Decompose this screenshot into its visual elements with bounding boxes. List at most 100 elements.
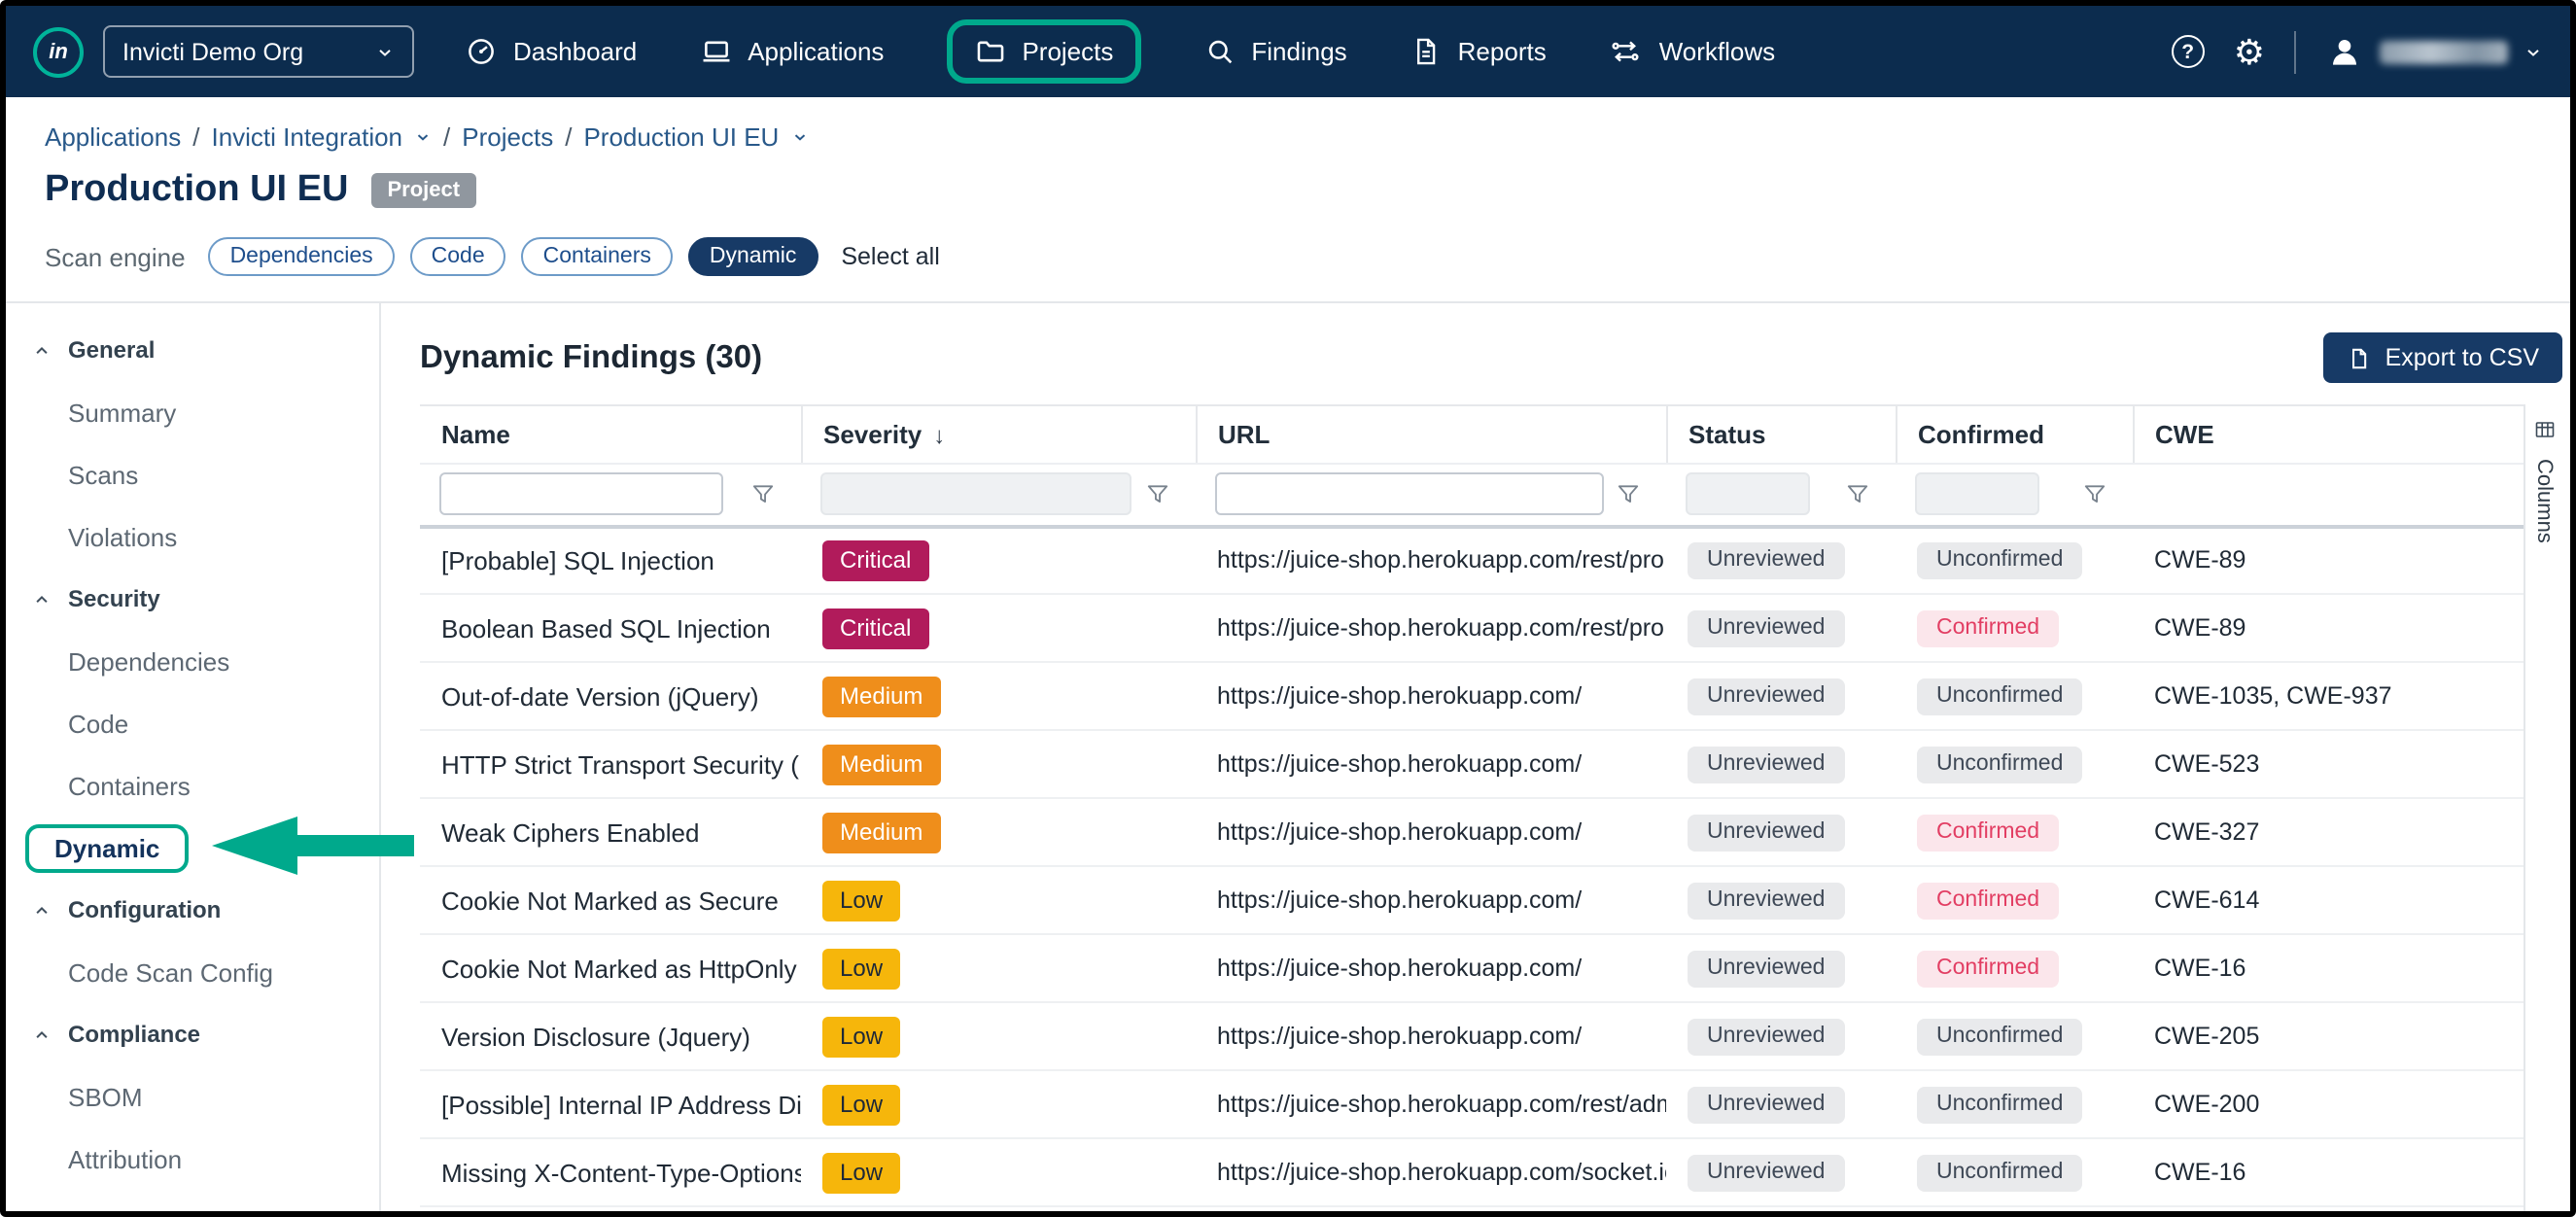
column-header-url[interactable]: URL	[1196, 405, 1666, 464]
nav-item-projects[interactable]: Projects	[946, 19, 1140, 84]
severity-badge: Medium	[822, 812, 940, 852]
column-header-name[interactable]: Name	[420, 405, 801, 464]
item-label: Dynamic	[54, 833, 159, 862]
engine-chip-containers[interactable]: Containers	[522, 237, 673, 276]
breadcrumb-projects[interactable]: Projects	[462, 122, 553, 152]
sidebar-item-containers[interactable]: Containers	[6, 754, 379, 817]
engine-chip-code[interactable]: Code	[410, 237, 506, 276]
export-to-csv-button[interactable]: Export to CSV	[2323, 332, 2562, 383]
table-row[interactable]: Out-of-date Version (jQuery) Medium http…	[420, 662, 2524, 730]
sidebar-item-attribution[interactable]: Attribution	[6, 1128, 379, 1190]
breadcrumb-project-name[interactable]: Production UI EU	[583, 122, 779, 152]
columns-rail[interactable]: Columns	[2524, 404, 2562, 1211]
name-filter-input[interactable]	[439, 473, 723, 516]
finding-url: https://juice-shop.herokuapp.com/	[1217, 887, 1582, 914]
item-label: Summary	[68, 398, 176, 427]
breadcrumb-separator: /	[565, 122, 572, 152]
nav-item-findings[interactable]: Findings	[1202, 35, 1346, 68]
status-badge: Unreviewed	[1688, 678, 1844, 714]
severity-filter-input[interactable]	[820, 473, 1131, 516]
engine-chip-dynamic[interactable]: Dynamic	[688, 237, 818, 276]
table-row[interactable]: Missing X-Content-Type-Options Header Lo…	[420, 1138, 2524, 1206]
table-row[interactable]: [Probable] SQL Injection Critical https:…	[420, 526, 2524, 594]
finding-url: https://juice-shop.herokuapp.com/	[1217, 1023, 1582, 1050]
severity-badge: Medium	[822, 676, 940, 716]
confirmed-badge: Unconfirmed	[1917, 1154, 2082, 1191]
table-row[interactable]: HTTP Strict Transport Security (HSTS) Me…	[420, 730, 2524, 798]
breadcrumb-application-name[interactable]: Invicti Integration	[211, 122, 402, 152]
sidebar-item-dependencies[interactable]: Dependencies	[6, 630, 379, 692]
nav-item-dashboard[interactable]: Dashboard	[465, 35, 637, 68]
sidebar-item-summary[interactable]: Summary	[6, 381, 379, 443]
chevron-down-icon[interactable]	[414, 128, 432, 146]
chevron-up-icon	[33, 1026, 51, 1043]
invicti-logo-icon[interactable]: in	[33, 26, 84, 77]
sidebar-item-code[interactable]: Code	[6, 692, 379, 754]
severity-badge: Medium	[822, 744, 940, 784]
finding-name: Version Disclosure (Jquery)	[441, 1022, 750, 1051]
sidebar-item-violations[interactable]: Violations	[6, 505, 379, 568]
sidebar-item-code-scan-config[interactable]: Code Scan Config	[6, 941, 379, 1003]
chevron-up-icon	[33, 341, 51, 359]
engine-chip-dependencies[interactable]: Dependencies	[209, 237, 395, 276]
chevron-down-icon[interactable]	[790, 128, 808, 146]
finding-cwe: CWE-614	[2154, 887, 2259, 914]
finding-cwe: CWE-89	[2154, 614, 2245, 642]
confirmed-badge: Unconfirmed	[1917, 678, 2082, 714]
nav-item-applications[interactable]: Applications	[699, 35, 884, 68]
org-selector[interactable]: Invicti Demo Org	[103, 25, 414, 78]
column-header-severity[interactable]: Severity↓	[801, 405, 1196, 464]
sidebar-section-compliance[interactable]: Compliance	[6, 1003, 379, 1065]
sidebar-section-general[interactable]: General	[6, 319, 379, 381]
section-label: Security	[68, 585, 160, 612]
finding-url: https://juice-shop.herokuapp.com/rest/pr…	[1217, 547, 1664, 574]
header-label: Status	[1688, 420, 1765, 449]
sidebar-item-sbom[interactable]: SBOM	[6, 1065, 379, 1128]
finding-name: Out-of-date Version (jQuery)	[441, 681, 759, 711]
funnel-filter-icon[interactable]	[1845, 482, 1870, 507]
table-row[interactable]: Cookie Not Marked as HttpOnly Low https:…	[420, 934, 2524, 1002]
content-area: General Summary Scans Violations Securit…	[6, 301, 2570, 1211]
status-filter-input[interactable]	[1686, 473, 1810, 516]
table-row[interactable]: Cookie Not Marked as Secure Low https://…	[420, 866, 2524, 934]
sidebar-section-configuration[interactable]: Configuration	[6, 879, 379, 941]
select-all-link[interactable]: Select all	[841, 243, 939, 270]
scan-engine-row: Scan engine Dependencies Code Containers…	[45, 237, 2531, 276]
breadcrumb-applications[interactable]: Applications	[45, 122, 181, 152]
finding-url: https://juice-shop.herokuapp.com/socket.…	[1217, 1159, 1666, 1186]
page-header: Applications / Invicti Integration / Pro…	[6, 97, 2570, 301]
funnel-filter-icon[interactable]	[1616, 482, 1641, 507]
column-header-status[interactable]: Status	[1666, 405, 1896, 464]
main-header: Dynamic Findings (30) Export to CSV	[420, 330, 2562, 385]
settings-gear-icon[interactable]: ⚙	[2234, 34, 2265, 69]
table-row[interactable]: Boolean Based SQL Injection Critical htt…	[420, 594, 2524, 662]
column-header-confirmed[interactable]: Confirmed	[1896, 405, 2133, 464]
finding-cwe: CWE-89	[2154, 547, 2245, 574]
main-panel: Dynamic Findings (30) Export to CSV	[381, 303, 2570, 1211]
confirmed-badge: Unconfirmed	[1917, 1018, 2082, 1055]
column-header-cwe[interactable]: CWE	[2133, 405, 2524, 464]
funnel-filter-icon[interactable]	[750, 482, 776, 507]
confirmed-badge: Unconfirmed	[1917, 542, 2082, 579]
confirmed-filter-input[interactable]	[1915, 473, 2039, 516]
sidebar-section-security[interactable]: Security	[6, 568, 379, 630]
funnel-filter-icon[interactable]	[1145, 482, 1170, 507]
url-filter-input[interactable]	[1215, 473, 1604, 516]
status-badge: Unreviewed	[1688, 1086, 1844, 1123]
status-badge: Unreviewed	[1688, 1154, 1844, 1191]
breadcrumb-separator: /	[443, 122, 450, 152]
confirmed-badge: Unconfirmed	[1917, 1086, 2082, 1123]
status-badge: Unreviewed	[1688, 609, 1844, 646]
sidebar-item-scans[interactable]: Scans	[6, 443, 379, 505]
funnel-filter-icon[interactable]	[2082, 482, 2107, 507]
chevron-up-icon	[33, 590, 51, 608]
nav-item-workflows[interactable]: Workflows	[1609, 35, 1775, 68]
nav-item-reports[interactable]: Reports	[1410, 35, 1547, 68]
table-row[interactable]: Version Disclosure (Jquery) Low https://…	[420, 1002, 2524, 1070]
user-menu[interactable]	[2325, 32, 2543, 71]
help-icon[interactable]: ?	[2172, 35, 2205, 68]
findings-heading: Dynamic Findings (30)	[420, 339, 762, 376]
table-row[interactable]: Weak Ciphers Enabled Medium https://juic…	[420, 798, 2524, 866]
finding-name: Weak Ciphers Enabled	[441, 817, 699, 847]
table-row[interactable]: [Possible] Internal IP Address Disclosur…	[420, 1070, 2524, 1138]
